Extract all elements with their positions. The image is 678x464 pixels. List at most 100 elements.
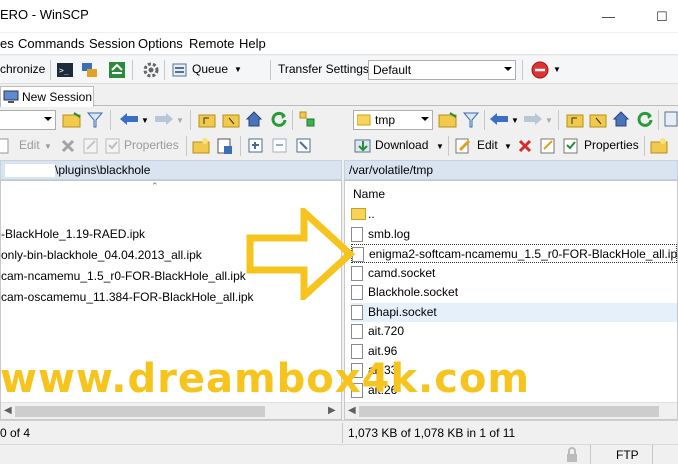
queue-dropdown-icon[interactable]: ▼ <box>234 65 242 74</box>
chevron-down-icon[interactable]: ▼ <box>176 116 184 125</box>
menu-files[interactable]: es <box>0 36 14 51</box>
home-icon[interactable] <box>612 110 630 128</box>
find-files-icon[interactable] <box>664 110 678 128</box>
new-folder-icon[interactable] <box>650 137 668 155</box>
select-all-icon[interactable] <box>248 138 264 154</box>
chevron-down-icon[interactable]: ▼ <box>504 142 512 151</box>
left-column-header[interactable]: ⌃ <box>1 181 341 205</box>
chevron-down-icon <box>504 67 512 71</box>
find-files-icon[interactable] <box>298 110 316 128</box>
new-file-icon[interactable] <box>216 137 234 155</box>
table-row[interactable]: Blackhole.socket <box>351 283 677 302</box>
left-path-bar[interactable]: r Desktop\plugins\blackhole <box>0 160 342 192</box>
scrollbar-thumb[interactable] <box>359 406 659 417</box>
scroll-right-icon[interactable]: ▶ <box>328 405 336 416</box>
maximize-button[interactable]: ☐ <box>656 9 668 25</box>
rename-icon[interactable] <box>82 137 100 155</box>
left-directory-select[interactable] <box>0 110 56 130</box>
root-directory-icon[interactable] <box>589 111 607 129</box>
invert-selection-icon[interactable] <box>296 138 312 154</box>
chevron-down-icon[interactable]: ▼ <box>44 142 52 151</box>
right-column-header[interactable]: Name <box>345 181 677 205</box>
table-row[interactable]: enigma2-softcam-ncamemu_1.5_r0-FOR-Black… <box>351 244 678 263</box>
synchronize-button[interactable]: chronize <box>0 62 45 76</box>
edit-icon[interactable] <box>454 137 472 155</box>
right-directory-select[interactable]: tmp <box>353 110 433 130</box>
menu-session[interactable]: Session <box>89 36 135 51</box>
chevron-down-icon[interactable]: ▼ <box>141 116 149 125</box>
queue-icon[interactable] <box>171 61 189 79</box>
right-horizontal-scrollbar[interactable]: ◀ <box>345 402 677 419</box>
synchronize-browsing-icon[interactable] <box>108 61 126 79</box>
left-edit-button[interactable]: Edit <box>19 138 40 152</box>
delete-icon[interactable] <box>60 138 76 154</box>
scrollbar-thumb[interactable] <box>15 406 265 417</box>
right-path-bar[interactable]: /var/volatile/tmp <box>344 160 678 180</box>
scroll-left-icon[interactable]: ◀ <box>348 405 356 416</box>
refresh-icon[interactable] <box>270 110 288 128</box>
separator <box>558 110 559 130</box>
forward-icon[interactable] <box>522 112 544 126</box>
back-icon[interactable] <box>118 112 140 126</box>
delete-icon[interactable] <box>517 138 533 154</box>
separator <box>590 445 591 464</box>
file-name: camd.socket <box>368 265 436 280</box>
chevron-down-icon[interactable]: ▼ <box>436 142 444 151</box>
separator <box>522 60 523 80</box>
no-transfer-icon[interactable] <box>530 60 550 80</box>
right-edit-button[interactable]: Edit <box>477 138 498 152</box>
right-status: 1,073 KB of 1,078 KB in 1 of 11 <box>348 426 516 440</box>
rename-icon[interactable] <box>539 137 557 155</box>
table-row[interactable]: .. <box>351 205 677 224</box>
column-name[interactable]: Name <box>353 187 385 201</box>
lock-icon <box>567 447 577 462</box>
parent-directory-icon[interactable] <box>198 111 216 129</box>
console-icon[interactable]: >_ <box>56 61 74 79</box>
forward-icon[interactable] <box>153 112 175 126</box>
separator <box>132 60 133 80</box>
download-button[interactable]: Download <box>375 138 428 152</box>
menu-commands[interactable]: Commands <box>18 36 84 51</box>
table-row[interactable]: camd.socket <box>351 264 677 283</box>
filter-icon[interactable] <box>86 111 104 129</box>
right-properties-button[interactable]: Properties <box>584 138 639 152</box>
chevron-down-icon[interactable]: ▼ <box>545 116 553 125</box>
root-directory-icon[interactable] <box>222 111 240 129</box>
filter-icon[interactable] <box>462 111 480 129</box>
table-row[interactable]: ait.720 <box>351 322 677 341</box>
table-row[interactable]: smb.log <box>351 225 677 244</box>
refresh-icon[interactable] <box>636 110 654 128</box>
properties-icon[interactable] <box>562 137 580 155</box>
separator <box>342 423 343 443</box>
scroll-left-icon[interactable]: ◀ <box>4 405 12 416</box>
minimize-button[interactable]: — <box>602 9 615 24</box>
open-folder-icon[interactable] <box>62 111 82 129</box>
left-horizontal-scrollbar[interactable]: ◀ ▶ <box>1 402 341 419</box>
file-name: smb.log <box>368 226 411 241</box>
chevron-down-icon[interactable]: ▼ <box>511 116 519 125</box>
home-icon[interactable] <box>245 110 263 128</box>
transfer-settings-select[interactable]: Default <box>368 60 516 80</box>
left-properties-button[interactable]: Properties <box>124 138 179 152</box>
menu-options[interactable]: Options <box>138 36 183 51</box>
menu-help[interactable]: Help <box>239 36 266 51</box>
chevron-down-icon[interactable]: ▼ <box>553 65 561 74</box>
queue-button[interactable]: Queue <box>192 62 228 76</box>
putty-icon[interactable] <box>80 61 98 79</box>
back-icon[interactable] <box>488 112 510 126</box>
open-folder-icon[interactable] <box>438 111 458 129</box>
menu-remote[interactable]: Remote <box>189 36 235 51</box>
file-name: enigma2-softcam-ncamemu_1.5_r0-FOR-Black… <box>369 247 678 261</box>
parent-directory-icon[interactable] <box>566 111 584 129</box>
left-file-toolbar: Edit ▼ Properties <box>0 133 340 159</box>
new-folder-icon[interactable] <box>192 137 210 155</box>
properties-icon[interactable] <box>104 137 122 155</box>
gear-icon[interactable] <box>142 61 160 79</box>
sort-ascending-icon: ⌃ <box>151 181 159 191</box>
unselect-all-icon[interactable] <box>272 138 288 154</box>
download-icon[interactable] <box>354 137 372 155</box>
separator <box>164 60 165 80</box>
table-row[interactable]: Bhapi.socket <box>351 302 677 322</box>
menu-bar: es Commands Session Options Remote Help <box>0 33 678 55</box>
tab-new-session[interactable]: New Session <box>0 86 94 107</box>
